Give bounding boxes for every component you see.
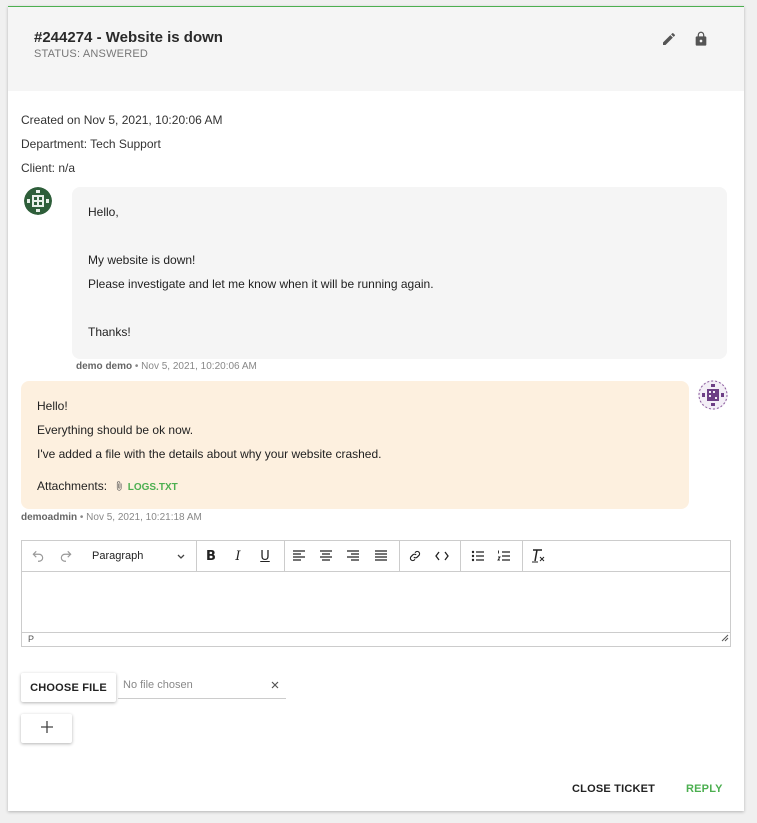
plus-icon	[40, 720, 54, 737]
undo-icon[interactable]	[28, 547, 48, 565]
message-time: • Nov 5, 2021, 10:20:06 AM	[132, 361, 257, 372]
message-line: I've added a file with the details about…	[37, 447, 382, 461]
toolbar-divider	[196, 541, 197, 572]
ticket-header: #244274 - Website is down STATUS: ANSWER…	[8, 7, 744, 91]
author-name: demoadmin	[21, 512, 78, 523]
block-format-value: Paragraph	[92, 550, 144, 562]
bullet-list-icon[interactable]	[468, 547, 488, 565]
reply-text-area[interactable]	[22, 572, 730, 632]
attachment-link[interactable]: LOGS.TXT	[128, 482, 178, 493]
add-attachment-button[interactable]	[21, 714, 72, 743]
edit-icon[interactable]	[659, 29, 679, 49]
staff-message: Hello! Everything should be ok now. I've…	[21, 381, 689, 509]
justify-icon[interactable]	[371, 547, 391, 565]
element-path: P	[28, 634, 35, 644]
close-ticket-button[interactable]: CLOSE TICKET	[572, 783, 655, 795]
paperclip-icon	[114, 480, 124, 495]
attachments-label: Attachments:	[37, 479, 108, 493]
client-message-byline: demo demo • Nov 5, 2021, 10:20:06 AM	[76, 361, 257, 372]
department: Department: Tech Support	[21, 137, 161, 151]
align-left-icon[interactable]	[289, 547, 309, 565]
reply-editor: Paragraph B I U P	[21, 540, 731, 647]
message-line: Everything should be ok now.	[37, 423, 194, 437]
client-message: Hello, My website is down! Please invest…	[72, 187, 727, 359]
ticket-status: STATUS: ANSWERED	[34, 48, 149, 60]
message-line: My website is down!	[88, 253, 196, 267]
message-line: Hello!	[37, 399, 68, 413]
message-line: Please investigate and let me know when …	[88, 277, 434, 291]
redo-icon[interactable]	[56, 547, 76, 565]
editor-statusbar: P	[22, 632, 730, 646]
choose-file-button[interactable]: CHOOSE FILE	[21, 673, 116, 702]
created-date: Created on Nov 5, 2021, 10:20:06 AM	[21, 113, 223, 127]
lock-icon[interactable]	[691, 29, 711, 49]
toolbar-divider	[522, 541, 523, 572]
client-avatar	[24, 187, 52, 215]
code-icon[interactable]	[432, 547, 452, 565]
author-name: demo demo	[76, 361, 133, 372]
file-field-underline	[118, 698, 286, 699]
ticket-title: #244274 - Website is down	[34, 29, 223, 46]
underline-icon[interactable]: U	[255, 547, 275, 565]
italic-icon[interactable]: I	[228, 547, 248, 565]
message-time: • Nov 5, 2021, 10:21:18 AM	[77, 512, 202, 523]
resize-handle-icon[interactable]	[720, 633, 729, 646]
align-center-icon[interactable]	[316, 547, 336, 565]
file-name-field: No file chosen	[123, 679, 193, 691]
editor-toolbar: Paragraph B I U	[22, 541, 730, 572]
link-icon[interactable]	[405, 547, 425, 565]
bold-icon[interactable]: B	[201, 547, 221, 565]
client: Client: n/a	[21, 161, 76, 175]
align-right-icon[interactable]	[343, 547, 363, 565]
clear-file-icon[interactable]	[270, 678, 282, 692]
toolbar-divider	[399, 541, 400, 572]
staff-avatar	[698, 380, 728, 410]
message-line: Thanks!	[88, 325, 131, 339]
staff-message-byline: demoadmin • Nov 5, 2021, 10:21:18 AM	[21, 512, 202, 523]
chevron-down-icon	[176, 547, 186, 573]
toolbar-divider	[460, 541, 461, 572]
attachments-row: Attachments: LOGS.TXT	[37, 479, 178, 495]
clear-format-icon[interactable]	[529, 547, 549, 565]
message-line: Hello,	[88, 205, 119, 219]
reply-button[interactable]: REPLY	[686, 783, 723, 795]
toolbar-divider	[284, 541, 285, 572]
ticket-card: #244274 - Website is down STATUS: ANSWER…	[8, 6, 744, 811]
numbered-list-icon[interactable]	[494, 547, 514, 565]
block-format-select[interactable]: Paragraph	[84, 547, 192, 566]
